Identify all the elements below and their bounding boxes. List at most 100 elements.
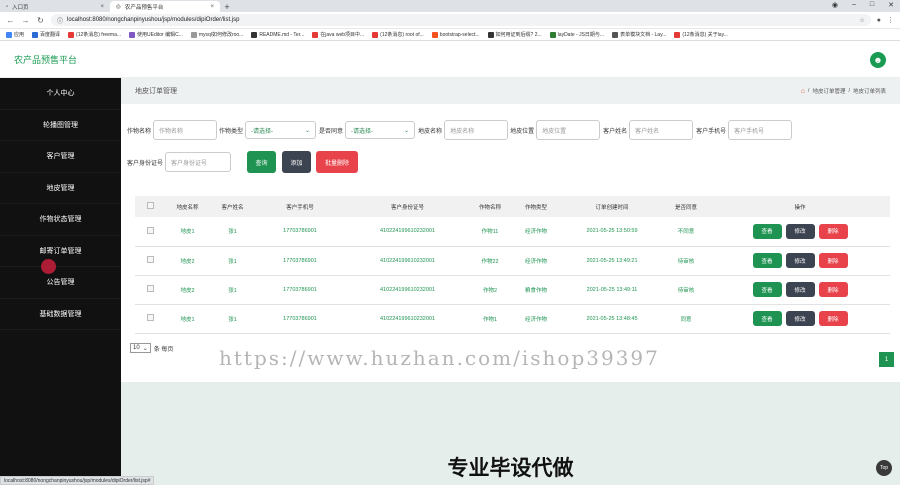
edit-button[interactable]: 修改 bbox=[785, 223, 815, 239]
bookmark-item[interactable]: (12条消息) root of... bbox=[372, 31, 424, 38]
bookmark-item[interactable]: 应用 bbox=[6, 31, 24, 38]
bookmark-icon bbox=[549, 31, 556, 38]
land-name-input[interactable]: 地皮名称 bbox=[444, 120, 509, 140]
bookmark-icon bbox=[190, 31, 197, 38]
row-checkbox[interactable] bbox=[146, 285, 154, 292]
crop-type-select[interactable]: -请选择- ⌄ bbox=[245, 121, 317, 139]
delete-button[interactable]: 删除 bbox=[818, 223, 848, 239]
address-bar: ← → ↻ ⓘ localhost:8080/nongchanpinyushou… bbox=[0, 12, 900, 29]
profile-icon[interactable]: ● bbox=[877, 17, 881, 24]
actions-cell: 查看 修改 删除 bbox=[710, 275, 890, 305]
table-cell: 410224199610232001 bbox=[345, 217, 470, 247]
close-icon[interactable]: × bbox=[100, 4, 104, 10]
delete-button[interactable]: 删除 bbox=[818, 311, 848, 326]
table-cell: 2021-05-25 13:50:59 bbox=[562, 217, 662, 247]
customer-phone-input[interactable]: 客户手机号 bbox=[728, 120, 793, 140]
sidebar-item-mail-orders[interactable]: 邮寄订单管理 bbox=[0, 236, 121, 267]
menu-icon[interactable]: ⋮ bbox=[887, 16, 894, 24]
sidebar: 个人中心 轮播图管理 客户管理 地皮管理 作物状态管理 邮寄订单管理 公告管理 … bbox=[0, 78, 121, 485]
table-cell: 17703786901 bbox=[255, 304, 345, 334]
view-button[interactable]: 查看 bbox=[752, 282, 782, 297]
sidebar-item-customers[interactable]: 客户管理 bbox=[0, 141, 121, 173]
table-row: 地皮1 张1 17703786901 410224199610232001 作物11 经济… bbox=[135, 217, 890, 247]
row-checkbox[interactable] bbox=[146, 256, 154, 263]
add-button[interactable]: 添加 bbox=[282, 151, 312, 173]
forward-arrow-icon[interactable]: → bbox=[21, 16, 30, 25]
delete-button[interactable]: 删除 bbox=[818, 253, 848, 268]
user-icon[interactable]: ☻ bbox=[870, 52, 886, 68]
agree-label: 是否同意 bbox=[319, 128, 344, 135]
page-title: 地皮订单管理 bbox=[135, 88, 177, 95]
home-icon[interactable]: ⌂ bbox=[801, 88, 805, 95]
url-field[interactable]: ⓘ localhost:8080/nongchanpinyushou/jsp/m… bbox=[51, 14, 871, 26]
view-button[interactable]: 查看 bbox=[752, 223, 782, 239]
sidebar-item-announcements[interactable]: 公告管理 bbox=[0, 267, 121, 299]
sidebar-item-land[interactable]: 地皮管理 bbox=[0, 173, 121, 204]
bookmark-item[interactable]: 百度翻译 bbox=[32, 31, 60, 38]
bookmark-item[interactable]: mysql如何修改roo... bbox=[190, 31, 243, 38]
back-to-top-button[interactable]: Top bbox=[876, 460, 892, 476]
bookmark-icon bbox=[129, 31, 136, 38]
browser-tab-title: 入口页 bbox=[11, 4, 29, 11]
bookmark-item[interactable]: 表单模块文档 - Lay... bbox=[612, 31, 666, 38]
bookmark-label: 使用UEditor 编辑C... bbox=[137, 32, 183, 38]
view-button[interactable]: 查看 bbox=[752, 311, 782, 326]
sidebar-item-basic-data[interactable]: 基础数据管理 bbox=[0, 299, 121, 330]
chevron-down-icon: ⌄ bbox=[305, 127, 311, 134]
page-button-current[interactable]: 1 bbox=[879, 352, 894, 367]
agree-select[interactable]: -请选择- ⌄ bbox=[345, 121, 416, 139]
back-arrow-icon[interactable]: ← bbox=[6, 16, 15, 25]
bookmark-label: layDate - JS日期与... bbox=[557, 32, 605, 38]
bookmark-item[interactable]: README.md - Ter... bbox=[251, 31, 304, 38]
bookmark-item[interactable]: 使用UEditor 编辑C... bbox=[129, 31, 183, 38]
breadcrumb-item[interactable]: 地皮订单管理 bbox=[812, 87, 845, 95]
customer-id-input[interactable]: 客户身份证号 bbox=[165, 152, 232, 172]
orders-table: 地皮名称 客户姓名 客户手机号 客户身份证号 作物名称 作物类型 订单创建时间 … bbox=[135, 196, 890, 334]
edit-button[interactable]: 修改 bbox=[785, 282, 815, 297]
land-location-input[interactable]: 地皮位置 bbox=[536, 120, 601, 140]
query-button[interactable]: 查询 bbox=[247, 151, 277, 173]
batch-delete-button[interactable]: 批量删除 bbox=[316, 151, 359, 173]
table-cell: 17703786901 bbox=[255, 275, 345, 305]
row-checkbox[interactable] bbox=[146, 226, 154, 234]
bookmark-item[interactable]: (12条消息) 关于lay... bbox=[674, 31, 728, 38]
browser-status-bar: localhost:8080/nongchanpinyushou/jsp/mod… bbox=[0, 476, 155, 485]
close-window-icon[interactable]: ✕ bbox=[888, 1, 894, 9]
table-cell: 经济作物 bbox=[510, 304, 562, 334]
select-all-checkbox[interactable] bbox=[146, 202, 154, 209]
reload-icon[interactable]: ↻ bbox=[36, 16, 45, 25]
record-icon[interactable]: ◉ bbox=[832, 1, 838, 9]
browser-tab-2[interactable]: ◎ 农产品预售平台 × bbox=[110, 1, 220, 12]
table-cell: 地皮2 bbox=[165, 246, 210, 276]
column-header: 是否同意 bbox=[662, 196, 710, 217]
edit-button[interactable]: 修改 bbox=[785, 253, 815, 268]
table-cell: 地皮1 bbox=[165, 217, 210, 247]
minimize-icon[interactable]: – bbox=[852, 1, 856, 9]
bookmark-icon bbox=[251, 31, 258, 38]
sidebar-item-personal-center[interactable]: 个人中心 bbox=[0, 78, 121, 110]
sidebar-item-carousel[interactable]: 轮播图管理 bbox=[0, 110, 121, 141]
bookmark-item[interactable]: (12条消息) freema... bbox=[68, 31, 121, 38]
sidebar-item-crop-status[interactable]: 作物状态管理 bbox=[0, 204, 121, 236]
page-size-select[interactable]: 10 ⌄ bbox=[130, 343, 151, 353]
maximize-icon[interactable]: □ bbox=[870, 1, 874, 9]
customer-name-input[interactable]: 客户姓名 bbox=[629, 120, 694, 140]
close-icon[interactable]: × bbox=[210, 4, 214, 10]
bookmark-item[interactable]: 如何用证到后缀? 2... bbox=[487, 31, 542, 38]
star-icon[interactable]: ☆ bbox=[859, 17, 864, 24]
bookmark-item[interactable]: layDate - JS日期与... bbox=[549, 31, 605, 38]
crop-name-input[interactable]: 作物名称 bbox=[153, 120, 218, 140]
new-tab-button[interactable]: + bbox=[220, 2, 234, 12]
delete-button[interactable]: 删除 bbox=[818, 282, 848, 297]
view-button[interactable]: 查看 bbox=[752, 253, 782, 268]
row-checkbox[interactable] bbox=[146, 314, 154, 321]
bookmark-item[interactable]: 在java web项目中... bbox=[312, 31, 364, 38]
bookmark-item[interactable]: bootstrap-select... bbox=[431, 31, 480, 38]
actions-cell: 查看 修改 删除 bbox=[710, 246, 890, 276]
page-icon: ▫ bbox=[6, 3, 8, 10]
column-header: 订单创建时间 bbox=[562, 196, 662, 217]
window-controls: ◉ – □ ✕ bbox=[832, 1, 894, 9]
browser-tab-1[interactable]: ▫ 入口页 × bbox=[0, 1, 110, 12]
edit-button[interactable]: 修改 bbox=[785, 311, 815, 326]
bookmark-icon bbox=[674, 31, 681, 38]
